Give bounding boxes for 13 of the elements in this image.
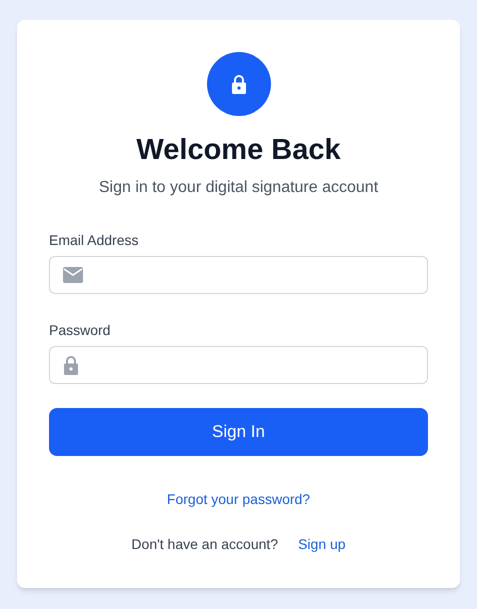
field-label: Password bbox=[49, 321, 112, 340]
lock-icon bbox=[63, 355, 79, 375]
email-field[interactable] bbox=[49, 256, 428, 294]
field-label: Email Address bbox=[49, 231, 140, 250]
signup-prompt: Don't have an account? bbox=[131, 535, 278, 554]
page-subtitle: Sign in to your digital signature account bbox=[98, 178, 380, 198]
forgot-password-link[interactable]: Forgot your password? bbox=[166, 489, 310, 510]
sign-in-button[interactable]: Sign In bbox=[49, 408, 428, 456]
sign-up-link[interactable]: Sign up bbox=[298, 534, 346, 555]
mail-icon bbox=[63, 267, 83, 283]
lock-icon bbox=[230, 74, 246, 94]
password-field[interactable] bbox=[49, 346, 428, 384]
page-title: Welcome Back bbox=[135, 133, 342, 168]
